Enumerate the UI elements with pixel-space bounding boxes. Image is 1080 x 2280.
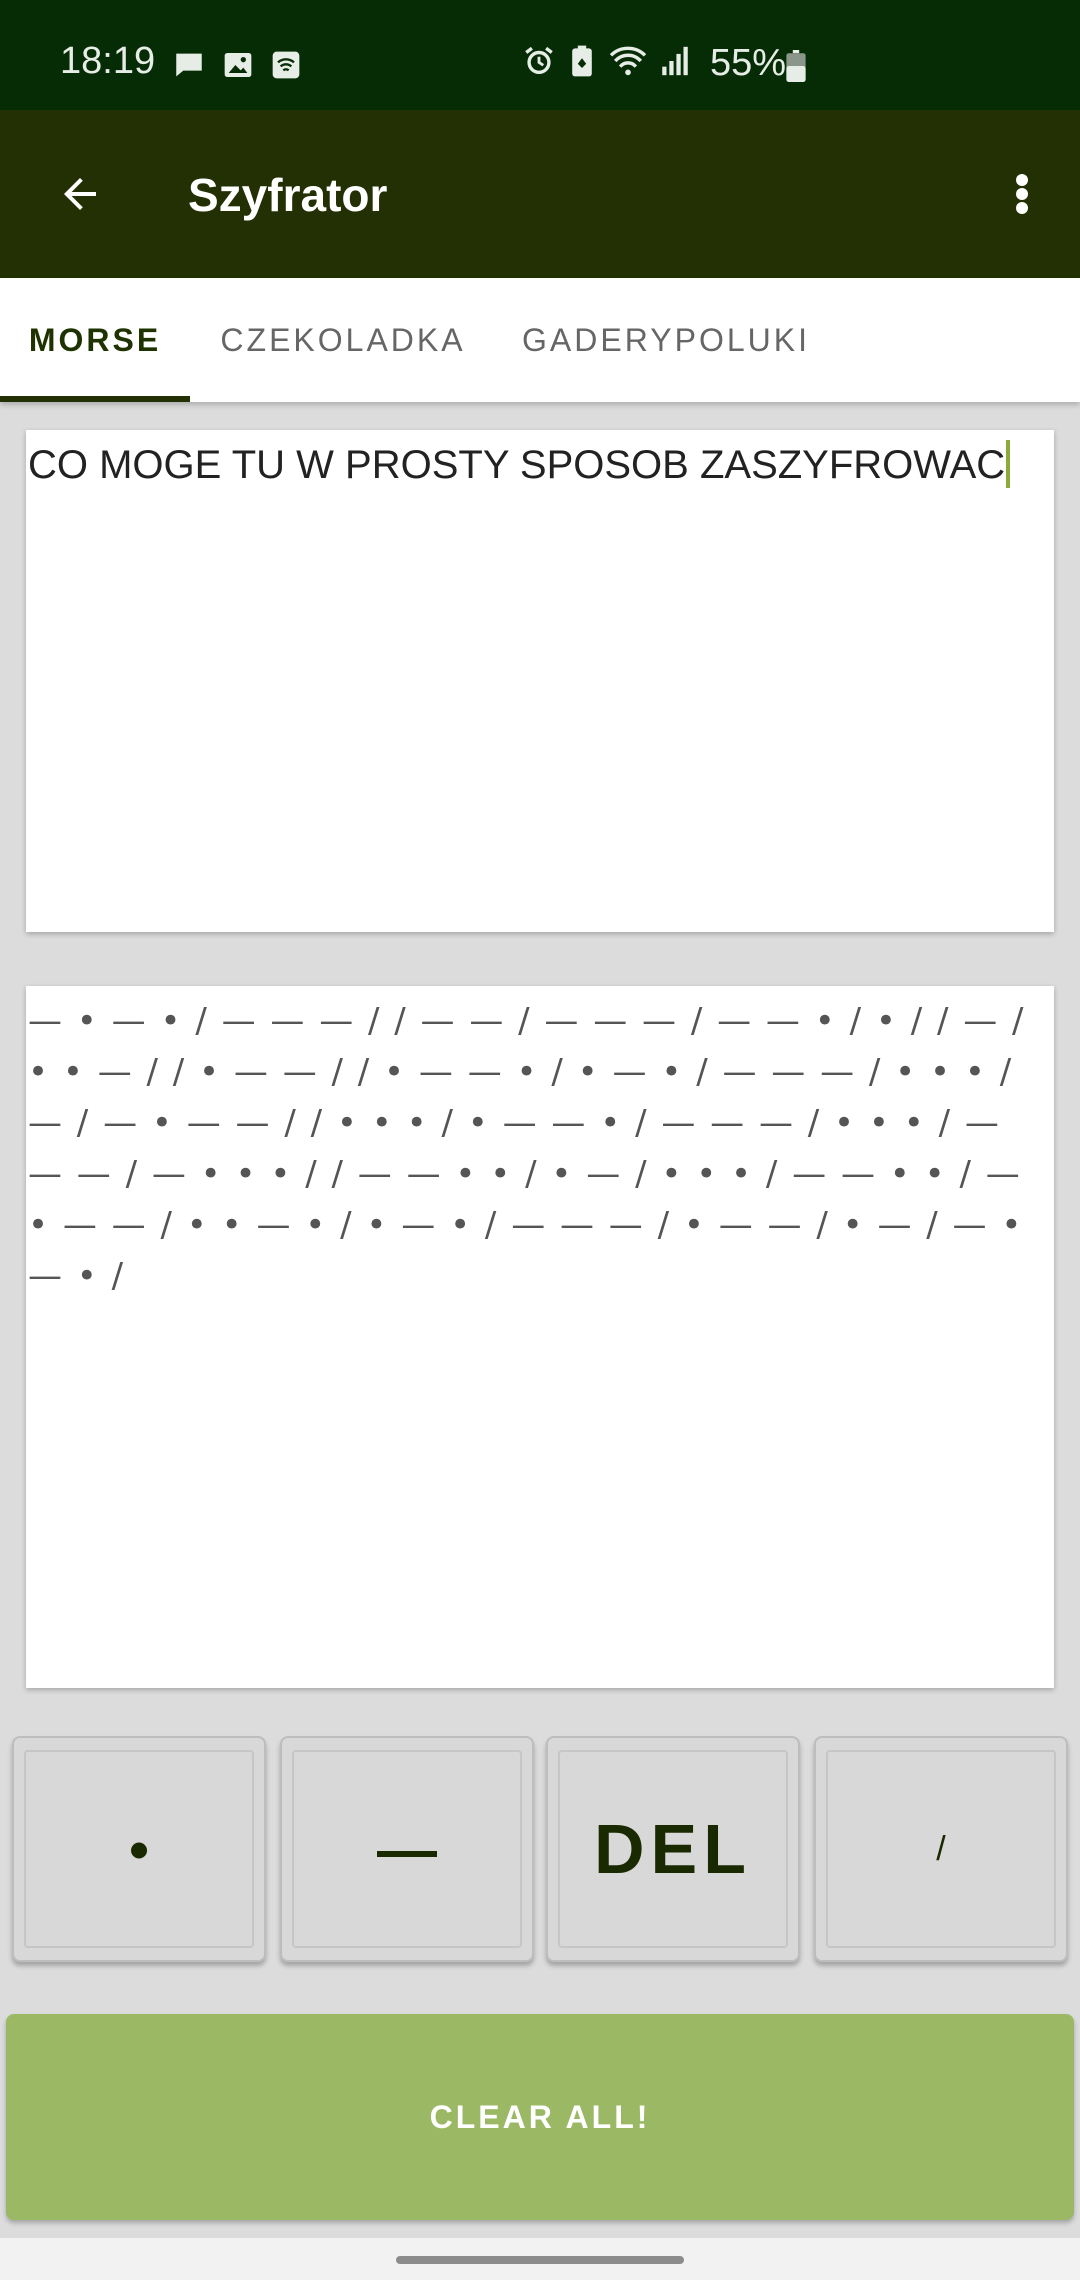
slash-key-label: / — [826, 1750, 1056, 1948]
wifi-calling-icon — [272, 51, 300, 79]
del-key-label: DEL — [558, 1750, 788, 1948]
dot-key-label: • — [24, 1750, 254, 1948]
slash-key[interactable]: / — [814, 1736, 1068, 1962]
notification-icons — [172, 48, 302, 82]
tab-bar: MORSE CZEKOLADKA GADERYPOLUKI — [0, 278, 1080, 402]
dash-key-label: — — [292, 1750, 522, 1948]
del-key[interactable]: DEL — [546, 1736, 800, 1962]
back-button[interactable] — [40, 154, 120, 234]
app-title: Szyfrator — [188, 169, 388, 221]
clear-all-button[interactable]: CLEAR ALL! — [6, 2014, 1074, 2220]
dot-key[interactable]: • — [12, 1736, 266, 1962]
status-bar: 18:19 55% — [0, 0, 1080, 110]
image-icon — [224, 53, 252, 77]
input-text-content: CO MOGE TU W PROSTY SPOSOB ZASZYFROWAC — [28, 440, 1011, 490]
navigation-bar — [0, 2238, 1080, 2280]
system-icons — [522, 44, 690, 78]
morse-output[interactable]: — • — • / — — — / / — — / — — — / — — • … — [26, 986, 1054, 1688]
input-text-value: CO MOGE TU W PROSTY SPOSOB ZASZYFROWAC — [28, 443, 1006, 487]
home-indicator[interactable] — [396, 2256, 684, 2264]
dash-key[interactable]: — — [280, 1736, 534, 1962]
morse-output-text: — • — • / — — — / / — — / — — — / — — • … — [28, 1001, 1026, 1296]
plain-text-input[interactable]: CO MOGE TU W PROSTY SPOSOB ZASZYFROWAC — [26, 430, 1054, 932]
app-bar: Szyfrator — [0, 110, 1080, 278]
tab-czekoladka[interactable]: CZEKOLADKA — [190, 278, 496, 402]
battery-saver-icon — [572, 45, 592, 77]
tab-indicator — [0, 396, 190, 402]
signal-icon — [662, 46, 688, 76]
alarm-icon — [525, 46, 553, 75]
more-vert-icon — [1016, 174, 1028, 214]
tab-gaderypoluki[interactable]: GADERYPOLUKI — [496, 278, 836, 402]
morse-keypad: • — DEL / — [12, 1736, 1070, 1962]
message-icon — [176, 53, 202, 77]
battery-percentage: 55% — [710, 42, 787, 84]
overflow-menu-button[interactable] — [1000, 154, 1044, 234]
wifi-icon — [609, 46, 647, 76]
text-cursor — [1006, 440, 1011, 488]
battery-icon — [786, 50, 806, 82]
tab-morse[interactable]: MORSE — [0, 278, 190, 402]
arrow-back-icon — [64, 178, 96, 210]
status-time: 18:19 — [60, 40, 156, 82]
